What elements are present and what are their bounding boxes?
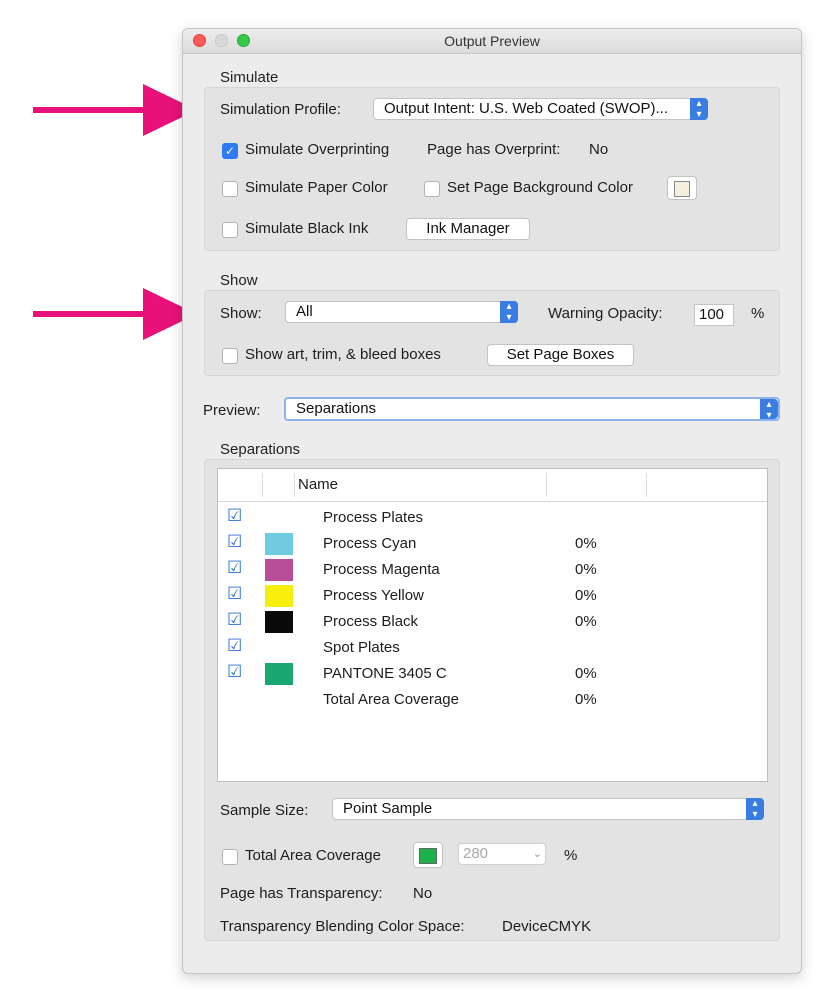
show-popup[interactable]: All ▴ ▾: [285, 301, 518, 323]
plate-color-swatch: [265, 585, 293, 607]
sample-size-popup[interactable]: Point Sample ▴ ▾: [332, 798, 764, 820]
up-down-chevron-icon: ▴ ▾: [690, 98, 708, 120]
simulate-paper-color-label: Simulate Paper Color: [245, 179, 388, 196]
set-page-background-checkbox[interactable]: [424, 181, 440, 197]
show-value: All: [296, 303, 313, 320]
column-separator: [294, 473, 295, 497]
up-down-chevron-icon: ▴ ▾: [500, 301, 518, 323]
plate-coverage-value: 0%: [575, 613, 597, 630]
simulate-overprinting-label: Simulate Overprinting: [245, 141, 390, 158]
column-separator: [262, 473, 263, 497]
simulation-profile-value: Output Intent: U.S. Web Coated (SWOP)...: [384, 100, 669, 117]
up-down-chevron-icon: ▴ ▾: [760, 399, 778, 421]
simulate-overprinting-checkbox[interactable]: ✓: [222, 143, 238, 159]
plate-name: Process Black: [323, 613, 419, 630]
simulate-black-ink-checkbox[interactable]: [222, 222, 238, 238]
plate-coverage-value: 0%: [575, 665, 597, 682]
simulate-group: Simulation Profile: Output Intent: U.S. …: [204, 87, 780, 251]
separations-section-label: Separations: [220, 441, 301, 458]
plate-name: Spot Plates: [323, 639, 400, 656]
table-row: ☑ Spot Plates: [218, 635, 767, 661]
preview-value: Separations: [296, 400, 377, 417]
visibility-checkmark-icon[interactable]: ☑: [227, 559, 245, 577]
table-row: ☑ Process Cyan 0%: [218, 531, 767, 557]
ink-manager-button[interactable]: Ink Manager: [406, 218, 530, 240]
plate-color-swatch: [265, 611, 293, 633]
plate-name: Process Yellow: [323, 587, 424, 604]
plate-name: Process Plates: [323, 509, 424, 526]
simulate-section-label: Simulate: [220, 69, 279, 86]
separations-group: Name ☑ Process Plates ☑ Process Cyan 0% ☑ Proc…: [204, 459, 780, 941]
blending-color-space-label: Transparency Blending Color Space:: [220, 918, 465, 935]
table-row: ☑ Process Plates: [218, 505, 767, 531]
name-column-header[interactable]: Name: [298, 476, 338, 493]
show-boxes-checkbox[interactable]: [222, 348, 238, 364]
simulation-profile-popup[interactable]: Output Intent: U.S. Web Coated (SWOP)...…: [373, 98, 708, 120]
preview-label: Preview:: [203, 402, 261, 419]
visibility-checkmark-icon[interactable]: ☑: [227, 533, 245, 551]
output-preview-window: Output Preview Simulate Simulation Profi…: [182, 28, 802, 974]
transparency-value: No: [413, 885, 433, 902]
plate-coverage-value: 0%: [575, 587, 597, 604]
tac-unit: %: [564, 847, 578, 864]
column-separator: [546, 473, 547, 497]
set-page-boxes-button[interactable]: Set Page Boxes: [487, 344, 634, 366]
plate-coverage-value: 0%: [575, 691, 597, 708]
annotation-arrow-shaft-1: [33, 107, 143, 113]
show-group: Show: All ▴ ▾ Warning Opacity: 100 % Show…: [204, 290, 780, 376]
visibility-checkmark-icon[interactable]: ☑: [227, 663, 245, 681]
warning-opacity-input[interactable]: 100: [694, 304, 734, 326]
tac-value-combo[interactable]: 280 ⌄: [458, 843, 546, 865]
simulation-profile-label: Simulation Profile:: [220, 101, 341, 118]
sample-size-label: Sample Size:: [220, 802, 309, 819]
tac-color-swatch: [419, 848, 437, 864]
plate-name: Total Area Coverage: [323, 691, 459, 708]
table-row: ☑ Process Yellow 0%: [218, 583, 767, 609]
separations-table: Name ☑ Process Plates ☑ Process Cyan 0% ☑ Proc…: [217, 468, 768, 782]
set-page-background-label: Set Page Background Color: [447, 179, 633, 196]
plate-name: Process Cyan: [323, 535, 417, 552]
page-background-color-swatch: [674, 181, 690, 197]
visibility-checkmark-icon[interactable]: ☑: [227, 585, 245, 603]
plate-color-swatch: [265, 533, 293, 555]
show-label: Show:: [220, 305, 262, 322]
plate-color-swatch: [265, 663, 293, 685]
show-section-label: Show: [220, 272, 258, 289]
visibility-checkmark-icon[interactable]: ☑: [227, 507, 245, 525]
sample-size-value: Point Sample: [343, 800, 433, 817]
page-overprint-label: Page has Overprint:: [427, 141, 561, 158]
plate-name: PANTONE 3405 C: [323, 665, 447, 682]
column-separator: [646, 473, 647, 497]
plate-coverage-value: 0%: [575, 561, 597, 578]
title-bar: Output Preview: [183, 29, 801, 54]
warning-opacity-unit: %: [751, 305, 765, 322]
page-overprint-value: No: [589, 141, 609, 158]
blending-color-space-value: DeviceCMYK: [502, 918, 592, 935]
tac-color-well[interactable]: [413, 842, 443, 868]
page-background-color-well[interactable]: [667, 176, 697, 200]
table-row: ☑ Process Magenta 0%: [218, 557, 767, 583]
annotation-arrow-shaft-2: [33, 311, 143, 317]
window-title: Output Preview: [444, 33, 540, 49]
plate-coverage-value: 0%: [575, 535, 597, 552]
warning-opacity-label: Warning Opacity:: [548, 305, 663, 322]
table-row: ☑ Process Black 0%: [218, 609, 767, 635]
simulate-black-ink-label: Simulate Black Ink: [245, 220, 369, 237]
visibility-checkmark-icon[interactable]: ☑: [227, 637, 245, 655]
table-row: ☑ PANTONE 3405 C 0%: [218, 661, 767, 687]
visibility-checkmark-icon[interactable]: ☑: [227, 611, 245, 629]
plate-color-swatch: [265, 559, 293, 581]
transparency-label: Page has Transparency:: [220, 885, 383, 902]
simulate-paper-color-checkbox[interactable]: [222, 181, 238, 197]
total-area-coverage-label: Total Area Coverage: [245, 847, 381, 864]
show-boxes-label: Show art, trim, & bleed boxes: [245, 346, 441, 363]
chevron-down-icon: ⌄: [532, 848, 542, 860]
up-down-chevron-icon: ▴ ▾: [746, 798, 764, 820]
table-row: Total Area Coverage 0%: [218, 687, 767, 713]
plate-name: Process Magenta: [323, 561, 440, 578]
table-header: Name: [218, 469, 767, 502]
preview-popup[interactable]: Separations ▴ ▾: [284, 397, 780, 421]
tac-value: 280: [463, 845, 489, 862]
total-area-coverage-checkbox[interactable]: [222, 849, 238, 865]
